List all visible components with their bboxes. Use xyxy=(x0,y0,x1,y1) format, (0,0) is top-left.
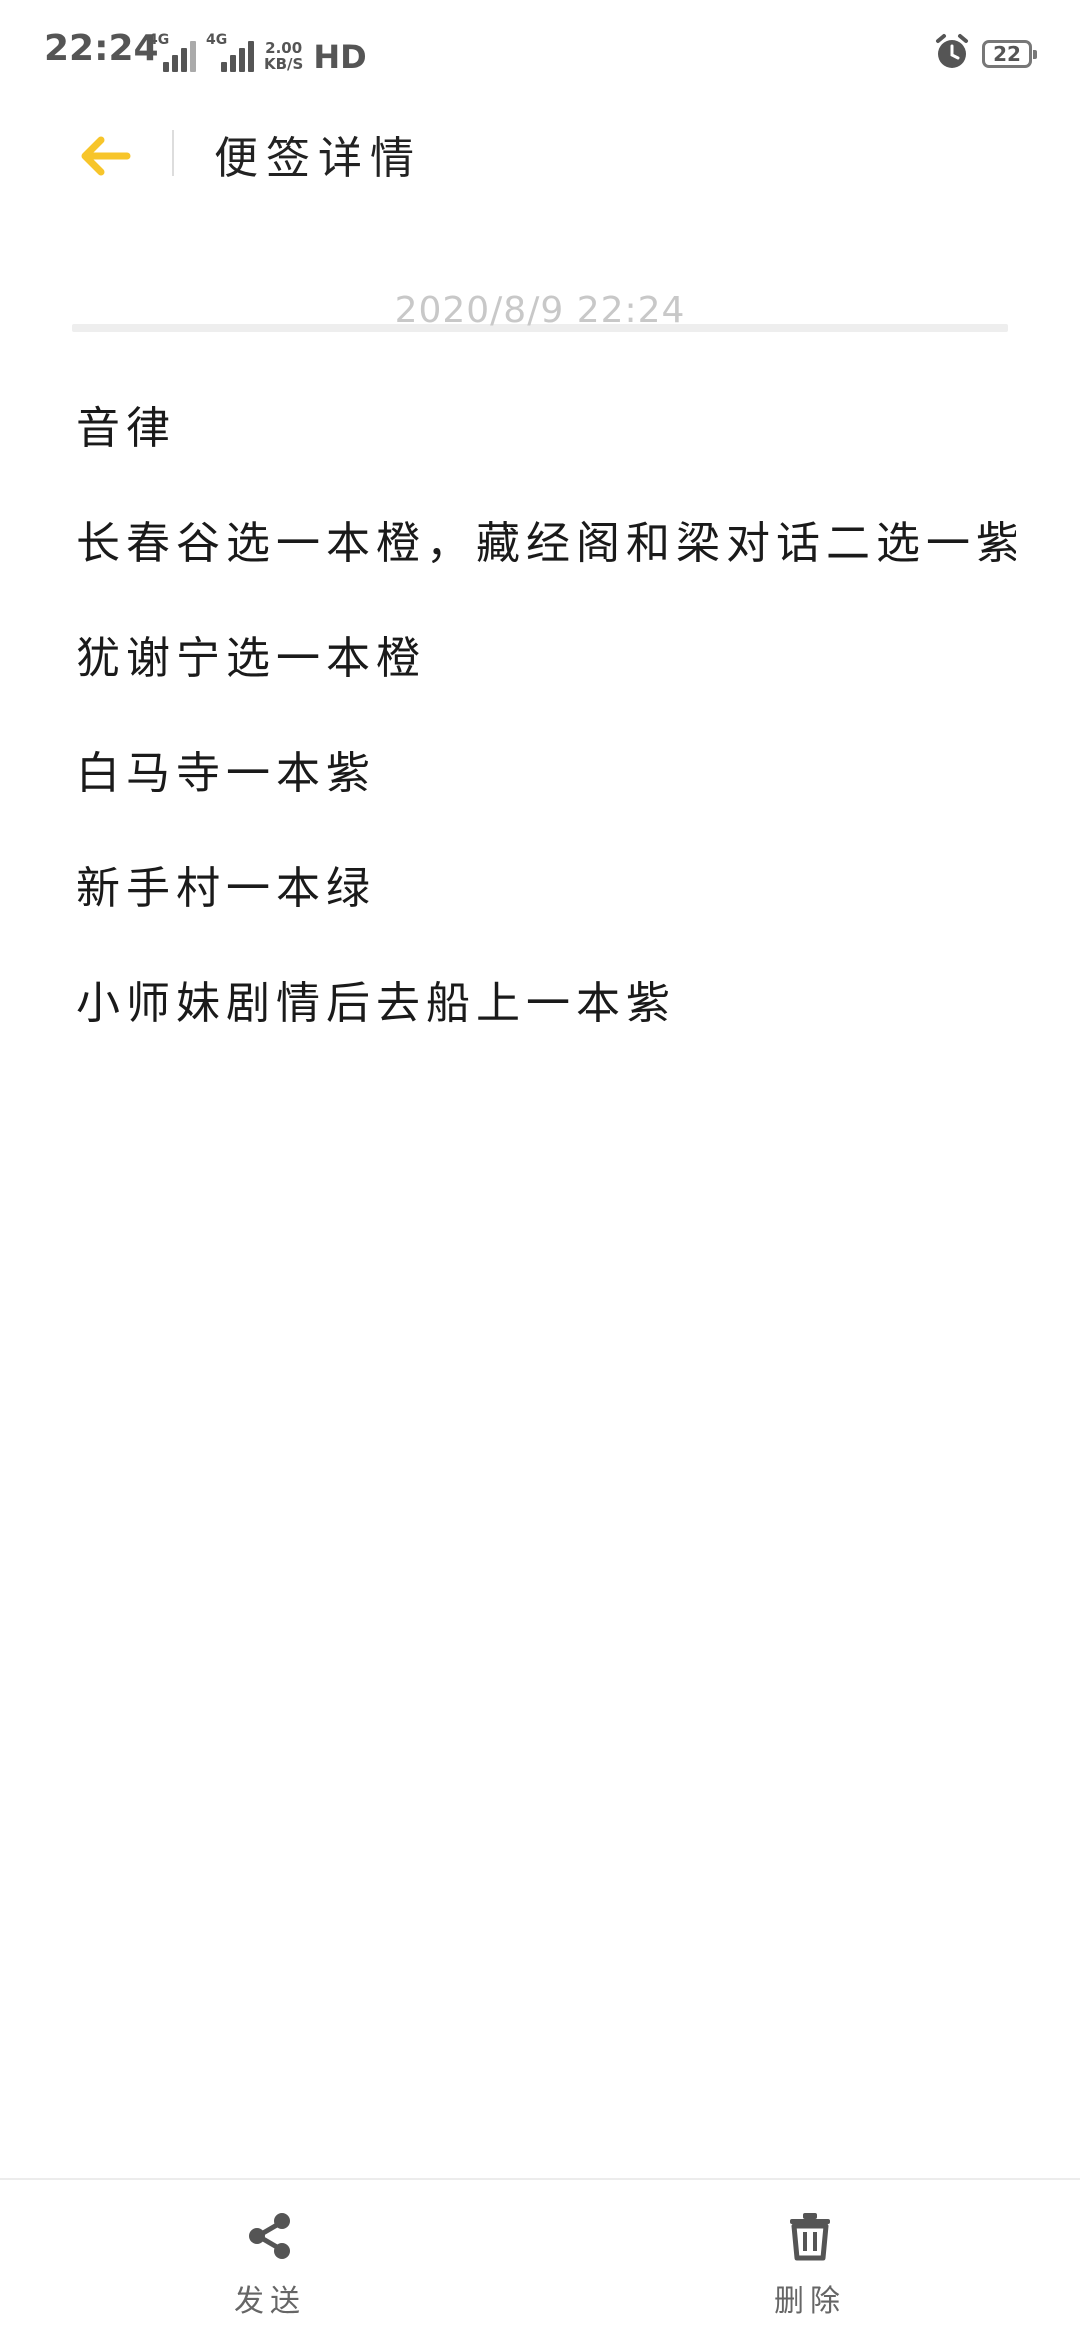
note-line: 长春谷选一本橙，藏经阁和梁对话二选一紫 xyxy=(76,518,1016,569)
note-body[interactable]: 音律 长春谷选一本橙，藏经阁和梁对话二选一紫 犹谢宁选一本橙 白马寺一本紫 新手… xyxy=(76,392,1016,1082)
network-speed: 2.00 KB/S xyxy=(264,40,303,74)
delete-button[interactable]: 删除 xyxy=(710,2210,910,2320)
status-bar: 22:24 4G 4G 2.00 KB/S HD 22 xyxy=(0,0,1080,108)
note-line: 白马寺一本紫 xyxy=(76,748,376,799)
header: 便签详情 xyxy=(0,108,1080,332)
status-left-icons: 4G 4G 2.00 KB/S HD xyxy=(148,30,367,74)
signal-icon: 4G xyxy=(206,32,254,74)
alarm-icon xyxy=(932,32,972,76)
delete-label: 删除 xyxy=(774,2284,846,2319)
page-title: 便签详情 xyxy=(214,133,422,184)
signal-icon: 4G xyxy=(148,32,196,74)
note-line: 犹谢宁选一本橙 xyxy=(76,633,426,684)
share-icon xyxy=(244,2210,296,2266)
send-label: 发送 xyxy=(234,2284,306,2319)
back-button[interactable] xyxy=(70,128,140,188)
status-time: 22:24 xyxy=(44,28,159,69)
send-button[interactable]: 发送 xyxy=(170,2210,370,2320)
trash-icon xyxy=(784,2210,836,2266)
battery-icon: 22 xyxy=(982,40,1037,68)
network-speed-unit: KB/S xyxy=(264,55,304,73)
bottom-bar: 发送 删除 xyxy=(0,2178,1080,2340)
note-line: 新手村一本绿 xyxy=(76,863,376,914)
note-line: 小师妹剧情后去船上一本紫 xyxy=(76,978,676,1029)
note-date: 2020/8/9 22:24 xyxy=(394,290,686,331)
note-line: 音律 xyxy=(76,403,176,454)
battery-level: 22 xyxy=(993,42,1021,66)
arrow-left-icon xyxy=(77,134,133,182)
status-right-icons: 22 xyxy=(932,32,1037,76)
network-speed-value: 2.00 xyxy=(265,39,303,57)
header-divider xyxy=(172,130,174,176)
hd-label: HD xyxy=(313,38,367,76)
